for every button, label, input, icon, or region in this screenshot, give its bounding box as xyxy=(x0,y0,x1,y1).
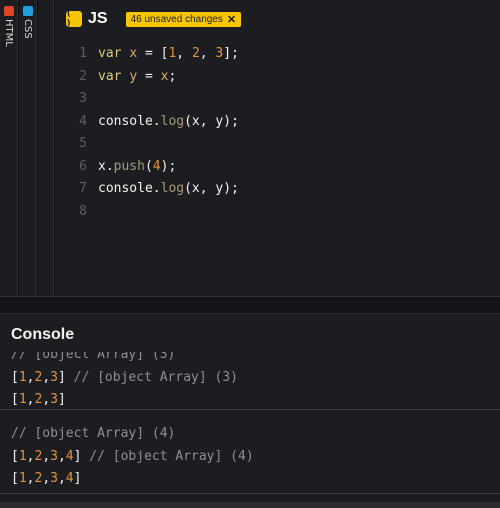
close-icon[interactable]: ✕ xyxy=(227,13,236,26)
console-token: , xyxy=(42,369,51,385)
code-token: (x, y); xyxy=(184,181,239,196)
code-token: console. xyxy=(98,181,161,196)
code-token: x. xyxy=(98,158,114,174)
console-token: , xyxy=(42,471,51,486)
code-text: console.log(x, y); xyxy=(98,178,239,201)
console-token: // [object Array] (3) xyxy=(11,352,176,362)
console-token: [ xyxy=(11,369,19,385)
line-number: 5 xyxy=(79,136,87,151)
console-token: [ xyxy=(11,448,19,464)
code-line: 6 x.push(4); xyxy=(55,156,239,179)
code-editor[interactable]: 1 var x = [1, 2, 3]; 2 var y = x; 3 4 console.… xyxy=(55,38,500,296)
code-token: var xyxy=(98,68,122,84)
console-token: 1 xyxy=(18,448,27,464)
line-number: 3 xyxy=(79,91,87,106)
line-number: 1 xyxy=(79,46,87,61)
code-token: (x, y); xyxy=(184,113,239,129)
console-token: 3 xyxy=(50,471,58,486)
unsaved-changes-label: 46 unsaved changes xyxy=(130,13,223,25)
console-output: // [object Array] (3) [1,2,3] // [object … xyxy=(0,352,500,508)
code-token: 4 xyxy=(152,158,161,174)
code-line: 7 console.log(x, y); xyxy=(55,178,239,201)
code-token: ; xyxy=(168,68,177,84)
line-number: 4 xyxy=(79,113,87,129)
console-token: [ xyxy=(11,471,19,486)
console-line: [1,2,3,4] // [object Array] (4) xyxy=(11,446,500,469)
code-line: 8 xyxy=(55,201,239,224)
code-text: var y = x; xyxy=(98,66,176,89)
code-token: log xyxy=(160,113,185,129)
code-token: , xyxy=(176,46,192,61)
editor-title: JS xyxy=(88,10,108,27)
console-title: Console xyxy=(11,326,75,343)
console-token: // [object Array] (3) xyxy=(73,369,238,385)
console-token: 1 xyxy=(18,392,27,407)
code-token: = [ xyxy=(137,46,169,61)
console-token: 4 xyxy=(65,471,74,486)
code-token: y xyxy=(129,68,138,84)
code-text: var x = [1, 2, 3]; xyxy=(98,43,239,66)
code-token: 2 xyxy=(191,46,200,61)
code-line: 5 xyxy=(55,133,239,156)
line-number: 2 xyxy=(79,68,87,84)
code-token: ( xyxy=(144,158,153,174)
console-header: Console xyxy=(0,314,500,354)
console-token: 1 xyxy=(18,471,27,486)
code-line: 3 xyxy=(55,88,239,111)
code-text: console.log(x, y); xyxy=(98,111,239,134)
js-editor-header: ( ) JS 46 unsaved changes ✕ xyxy=(55,0,500,38)
console-resize-handle[interactable] xyxy=(0,296,500,314)
console-token: 3 xyxy=(50,369,58,385)
code-token: var xyxy=(98,46,122,61)
console-token: ] xyxy=(57,369,74,385)
console-entry: // [object Array] (3) [1,2,3] // [object … xyxy=(0,352,500,410)
console-token: [ xyxy=(11,392,19,407)
code-token: = xyxy=(137,68,161,84)
console-scrollbar[interactable] xyxy=(0,502,500,508)
code-line: 2 var y = x; xyxy=(55,66,239,89)
console-token: // [object Array] (4) xyxy=(89,448,254,464)
console-token: 1 xyxy=(18,369,27,385)
line-number: 7 xyxy=(79,181,87,196)
code-token: ); xyxy=(160,158,177,174)
console-token: 3 xyxy=(50,392,58,407)
console-token: // [object Array] (4) xyxy=(11,426,176,441)
html-panel-tab[interactable]: HTML xyxy=(0,0,18,296)
console-entry: // [object Array] (4) [1,2,3,4] // [objec… xyxy=(0,410,500,494)
console-token: ] xyxy=(73,448,90,464)
line-number: 6 xyxy=(79,158,87,174)
code-text: x.push(4); xyxy=(98,156,176,179)
code-token: log xyxy=(160,181,185,196)
console-line: [1,2,3,4] xyxy=(11,468,500,491)
code-lines: 1 var x = [1, 2, 3]; 2 var y = x; 3 4 console.… xyxy=(55,43,239,223)
css-panel-label: CSS xyxy=(22,19,33,39)
console-token: , xyxy=(42,392,51,407)
console-line: [1,2,3] xyxy=(11,389,500,412)
console-line: // [object Array] (3) xyxy=(11,352,500,367)
console-token: 4 xyxy=(65,448,74,464)
console-token: , xyxy=(42,448,51,464)
css-panel-tab[interactable]: CSS xyxy=(19,0,37,296)
code-token: x xyxy=(129,46,138,61)
console-token: 3 xyxy=(50,448,58,464)
css-icon xyxy=(22,6,33,16)
console-token: ] xyxy=(73,471,82,486)
code-line: 1 var x = [1, 2, 3]; xyxy=(55,43,239,66)
html-panel-label: HTML xyxy=(3,19,14,47)
console-line: [1,2,3] // [object Array] (3) xyxy=(11,367,500,390)
panel-divider[interactable] xyxy=(38,0,54,296)
console-token: ] xyxy=(57,392,66,407)
code-line: 4 console.log(x, y); xyxy=(55,111,239,134)
js-icon: ( ) xyxy=(66,9,82,29)
code-token: ]; xyxy=(223,46,239,61)
code-token: console. xyxy=(98,113,161,129)
console-line: // [object Array] (4) xyxy=(11,423,500,446)
code-token: , xyxy=(199,46,216,61)
line-number: 8 xyxy=(79,203,87,219)
code-token: push xyxy=(113,158,145,174)
html-icon xyxy=(3,6,14,16)
unsaved-changes-badge[interactable]: 46 unsaved changes ✕ xyxy=(125,11,242,27)
console-token: , xyxy=(57,448,66,464)
console-token: , xyxy=(57,471,66,486)
